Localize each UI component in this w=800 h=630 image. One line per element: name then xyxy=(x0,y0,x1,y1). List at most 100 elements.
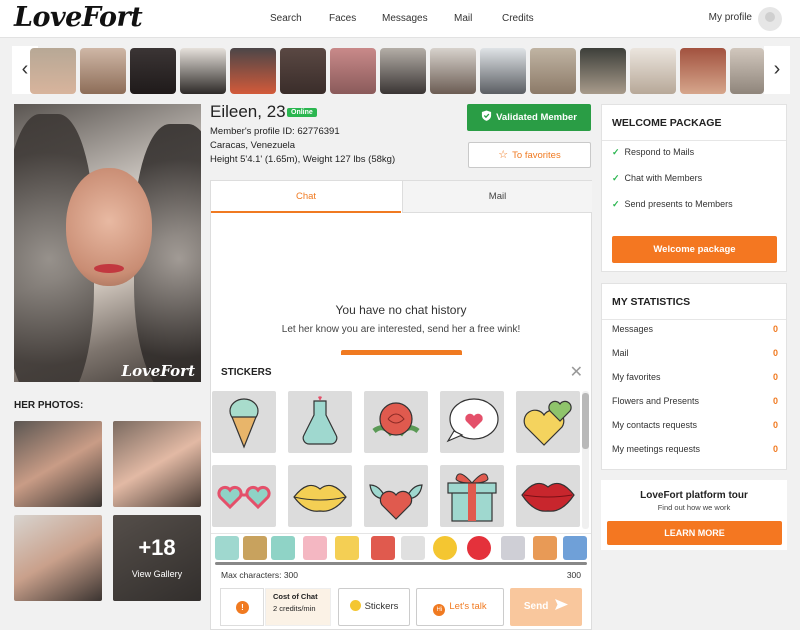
stat-favorites[interactable]: My favorites 0 xyxy=(612,372,778,382)
shield-check-icon xyxy=(482,110,492,121)
empty-chat-title: You have no chat history xyxy=(335,303,467,317)
emoji-item[interactable] xyxy=(501,536,525,560)
sticker-potion-bottle[interactable] xyxy=(288,391,352,453)
close-icon[interactable]: ✕ xyxy=(570,362,583,382)
tour-title: LoveFort platform tour xyxy=(640,490,748,501)
stat-messages[interactable]: Messages 0 xyxy=(612,324,778,334)
profile-main-photo[interactable]: LoveFort xyxy=(14,104,201,382)
stickers-header: STICKERS ✕ xyxy=(211,359,591,387)
member-thumb[interactable] xyxy=(330,48,376,94)
stickers-title: STICKERS xyxy=(221,367,272,378)
hi-icon: Hi xyxy=(433,604,446,616)
member-thumb[interactable] xyxy=(530,48,576,94)
sticker-hearts[interactable] xyxy=(516,391,580,453)
chat-panel: Chat Mail You have no chat history Let h… xyxy=(210,180,592,630)
profile-measurements: Height 5'4.1' (1.65m), Weight 127 lbs (5… xyxy=(210,154,396,165)
gallery-more[interactable]: +18 View Gallery xyxy=(113,515,201,601)
validated-member-badge: Validated Member xyxy=(467,104,591,131)
member-thumb[interactable] xyxy=(680,48,726,94)
gallery-photo[interactable] xyxy=(14,421,102,507)
photo-watermark: LoveFort xyxy=(121,362,195,380)
member-thumb[interactable] xyxy=(230,48,276,94)
top-header: LoveFort Search Faces Messages Mail Cred… xyxy=(0,0,800,38)
stickers-scrollbar-thumb[interactable] xyxy=(582,393,589,449)
nav-faces[interactable]: Faces xyxy=(329,13,356,24)
emoji-item[interactable] xyxy=(533,536,557,560)
tab-chat[interactable]: Chat xyxy=(211,181,401,213)
perk-item: ✓ Send presents to Members xyxy=(612,199,733,209)
site-logo[interactable]: LoveFort xyxy=(14,2,143,33)
tab-mail[interactable]: Mail xyxy=(402,181,592,213)
sticker-winged-heart[interactable] xyxy=(364,465,428,527)
sticker-rose[interactable] xyxy=(364,391,428,453)
nav-mail[interactable]: Mail xyxy=(454,13,472,24)
member-thumb[interactable] xyxy=(380,48,426,94)
send-button[interactable]: Send xyxy=(510,588,582,626)
perk-item: ✓ Respond to Mails xyxy=(612,147,695,157)
member-thumb[interactable] xyxy=(630,48,676,94)
nav-credits[interactable]: Credits xyxy=(502,13,534,24)
stat-contacts-requests[interactable]: My contacts requests 0 xyxy=(612,420,778,430)
profile-id: Member's profile ID: 62776391 xyxy=(210,126,340,137)
send-arrow-icon xyxy=(555,599,569,610)
check-icon: ✓ xyxy=(612,199,620,209)
characters-count: 300 xyxy=(566,570,581,580)
emoji-item[interactable] xyxy=(303,536,327,560)
statistics-title: MY STATISTICS xyxy=(612,296,691,308)
emoji-item[interactable] xyxy=(215,536,239,560)
view-gallery-label: View Gallery xyxy=(131,569,183,579)
perk-item: ✓ Chat with Members xyxy=(612,173,703,183)
sticker-ice-cream[interactable] xyxy=(212,391,276,453)
member-thumb[interactable] xyxy=(430,48,476,94)
emoji-item[interactable] xyxy=(335,536,359,560)
member-thumb[interactable] xyxy=(730,48,764,94)
emoji-item[interactable] xyxy=(271,536,295,560)
sticker-heart-speech-bubble[interactable] xyxy=(440,391,504,453)
member-thumb[interactable] xyxy=(280,48,326,94)
stat-flowers-presents[interactable]: Flowers and Presents 0 xyxy=(612,396,778,406)
sticker-lips[interactable] xyxy=(288,465,352,527)
learn-more-button[interactable]: LEARN MORE xyxy=(607,521,782,545)
platform-tour-card: LoveFort platform tour Find out how we w… xyxy=(601,480,787,550)
welcome-package-button[interactable]: Welcome package xyxy=(612,236,777,263)
stat-mail[interactable]: Mail 0 xyxy=(612,348,778,358)
emoji-item[interactable] xyxy=(243,536,267,560)
stickers-grid xyxy=(211,387,591,533)
max-characters-label: Max characters: 300 xyxy=(221,570,299,580)
empty-chat-subtitle: Let her know you are interested, send he… xyxy=(281,324,521,335)
sticker-gift-box[interactable] xyxy=(440,465,504,527)
my-profile-link[interactable]: My profile xyxy=(709,12,752,23)
emoji-item[interactable] xyxy=(467,536,491,560)
member-thumb[interactable] xyxy=(130,48,176,94)
send-wink-button[interactable] xyxy=(341,350,462,355)
member-thumb[interactable] xyxy=(80,48,126,94)
member-thumb[interactable] xyxy=(580,48,626,94)
gallery-photo[interactable] xyxy=(113,421,201,507)
cost-value: 2 credits/min xyxy=(273,604,316,613)
emoji-item[interactable] xyxy=(401,536,425,560)
cost-info-button[interactable]: ! xyxy=(220,588,264,626)
member-thumb[interactable] xyxy=(480,48,526,94)
stickers-button[interactable]: Stickers xyxy=(338,588,410,626)
nav-search[interactable]: Search xyxy=(270,13,302,24)
tour-subtitle: Find out how we work xyxy=(657,503,731,512)
emoji-item[interactable] xyxy=(563,536,587,560)
sticker-kiss-lips[interactable] xyxy=(516,465,580,527)
avatar[interactable] xyxy=(758,7,782,31)
emoji-scrollbar[interactable] xyxy=(215,562,587,565)
sticker-heart-glasses[interactable] xyxy=(212,465,276,527)
status-badge: Online xyxy=(287,108,317,117)
to-favorites-button[interactable]: ☆ To favorites xyxy=(468,142,591,168)
emoji-item[interactable] xyxy=(371,536,395,560)
gallery-photo[interactable] xyxy=(14,515,102,601)
stat-meetings-requests[interactable]: My meetings requests 0 xyxy=(612,444,778,454)
star-icon: ☆ xyxy=(498,149,509,161)
member-thumb[interactable] xyxy=(180,48,226,94)
member-thumb[interactable] xyxy=(30,48,76,94)
gallery-more-count: +18 xyxy=(138,535,176,560)
chevron-right-icon[interactable]: › xyxy=(764,46,790,94)
nav-messages[interactable]: Messages xyxy=(382,13,428,24)
cost-title: Cost of Chat xyxy=(273,592,318,601)
emoji-item[interactable] xyxy=(433,536,457,560)
lets-talk-button[interactable]: Hi Let's talk xyxy=(416,588,504,626)
